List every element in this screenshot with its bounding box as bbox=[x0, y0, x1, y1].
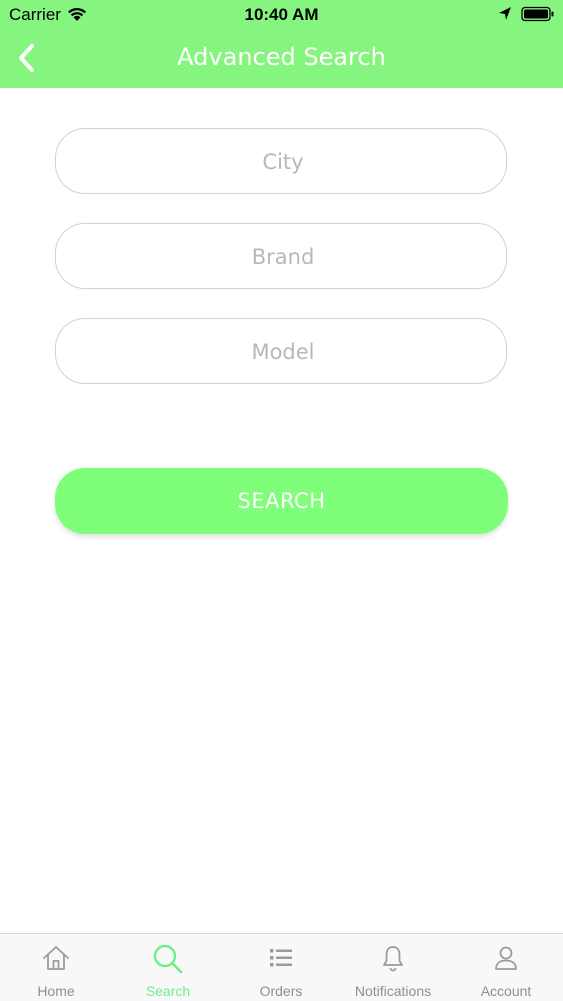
tab-notifications[interactable]: Notifications bbox=[337, 934, 449, 1001]
chevron-left-icon bbox=[19, 44, 34, 72]
tab-account[interactable]: Account bbox=[450, 934, 562, 1001]
tab-home[interactable]: Home bbox=[0, 934, 112, 1001]
battery-icon bbox=[521, 6, 555, 26]
search-icon bbox=[112, 943, 224, 974]
tab-label: Orders bbox=[259, 983, 303, 999]
tab-orders[interactable]: Orders bbox=[225, 934, 337, 1001]
tab-label: Search bbox=[145, 983, 191, 999]
status-bar: Carrier 10:40 AM bbox=[0, 0, 563, 30]
list-icon bbox=[225, 943, 337, 973]
location-arrow-icon bbox=[498, 6, 512, 26]
city-input[interactable] bbox=[56, 129, 510, 195]
page-title: Advanced Search bbox=[177, 43, 386, 71]
brand-input[interactable] bbox=[56, 224, 510, 290]
city-field[interactable] bbox=[55, 128, 510, 195]
header: Carrier 10:40 AM Advanced Search bbox=[0, 0, 563, 88]
tab-bar: Home Search Orders Notifications Account bbox=[0, 933, 563, 1001]
tab-label: Home bbox=[37, 983, 75, 999]
home-icon bbox=[0, 943, 112, 973]
search-button[interactable]: SEARCH bbox=[55, 468, 508, 534]
model-field[interactable] bbox=[55, 318, 510, 385]
model-input[interactable] bbox=[56, 319, 510, 385]
tab-label: Account bbox=[480, 983, 532, 999]
back-button[interactable] bbox=[10, 40, 44, 76]
brand-field[interactable] bbox=[55, 223, 510, 290]
bell-icon bbox=[337, 943, 449, 973]
clock: 10:40 AM bbox=[244, 5, 319, 24]
nav-bar: Advanced Search bbox=[0, 30, 563, 88]
user-icon bbox=[450, 943, 562, 973]
tab-label: Notifications bbox=[354, 983, 432, 999]
tab-search[interactable]: Search bbox=[112, 934, 224, 1001]
